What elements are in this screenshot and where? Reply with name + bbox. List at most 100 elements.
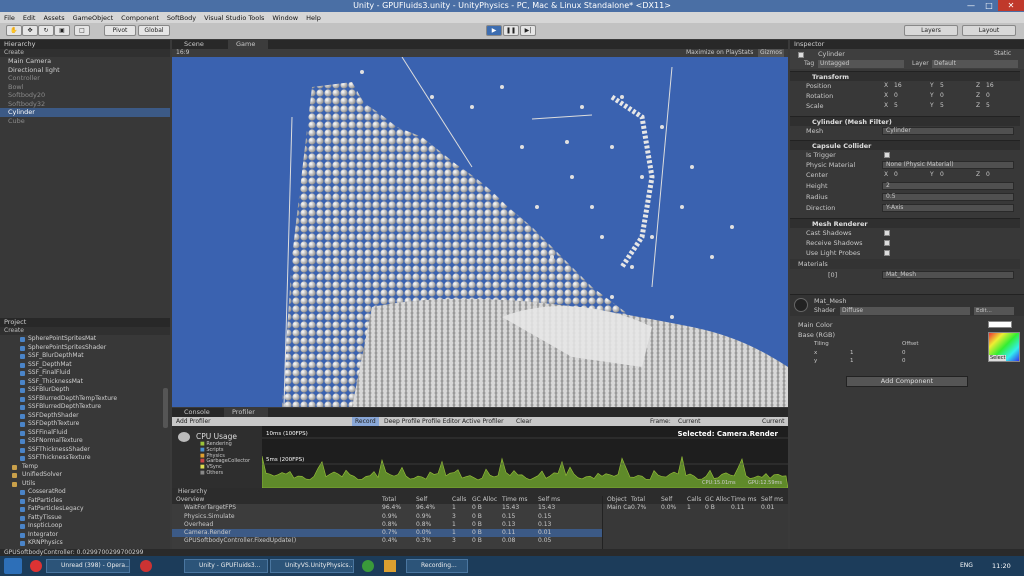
start-icon[interactable] [4, 558, 22, 574]
menu-softbody[interactable]: SoftBody [163, 14, 200, 22]
taskbar-item[interactable]: Unity - GPUFluids3... [184, 559, 268, 573]
active-checkbox[interactable] [798, 52, 804, 58]
rotate-tool-icon[interactable]: ↻ [38, 25, 54, 36]
rect-tool-icon[interactable]: □ [74, 25, 90, 36]
menu-gameobject[interactable]: GameObject [69, 14, 118, 22]
hierarchy-create[interactable]: Create [0, 49, 170, 57]
center-z[interactable]: 0 [986, 170, 990, 180]
hierarchy-item[interactable]: Bowl [0, 83, 170, 92]
texture-select-button[interactable]: Select [989, 355, 1007, 361]
project-asset[interactable]: SSF_BlurDepthMat [0, 352, 170, 361]
offset-x[interactable]: 0 [902, 350, 906, 356]
project-asset[interactable]: FatParticlesLegacy [0, 505, 170, 514]
tab-profiler[interactable]: Profiler [224, 408, 268, 417]
main-color-swatch[interactable] [988, 321, 1012, 328]
aspect-dropdown[interactable]: 16:9 [176, 49, 189, 57]
tag-dropdown[interactable]: Untagged [818, 60, 904, 68]
hierarchy-item[interactable]: Cube [0, 117, 170, 126]
project-tab[interactable]: Project [0, 318, 170, 327]
language-indicator[interactable]: ENG [960, 562, 973, 569]
capsule-collider-header[interactable]: Capsule Collider [790, 140, 1020, 150]
material-slot-field[interactable]: Mat_Mesh [882, 271, 1014, 279]
profiler-row[interactable]: GPUSoftbodyController.FixedUpdate() 0.4% 0… [172, 537, 602, 545]
scale-tool-icon[interactable]: ▣ [54, 25, 70, 36]
project-asset[interactable]: SpherePointSpritesMat [0, 335, 170, 344]
tiling-x[interactable]: 1 [850, 350, 854, 356]
hierarchy-mode-dropdown[interactable]: Hierarchy [172, 488, 788, 496]
height-field[interactable]: 2 [882, 182, 1014, 190]
hand-tool-icon[interactable]: ✋ [6, 25, 22, 36]
tab-console[interactable]: Console [176, 408, 210, 417]
shader-edit-button[interactable]: Edit... [974, 307, 1014, 315]
gizmos-toggle[interactable]: Gizmos [758, 49, 785, 57]
opera-icon[interactable] [30, 560, 42, 572]
app-icon[interactable] [140, 560, 152, 572]
layer-dropdown[interactable]: Default [932, 60, 1018, 68]
scale-y[interactable]: 5 [940, 101, 944, 111]
step-icon[interactable]: ▶| [520, 25, 536, 36]
taskbar-item[interactable]: Recording... [406, 559, 468, 573]
menu-edit[interactable]: Edit [19, 14, 40, 22]
hierarchy-item[interactable]: Main Camera [0, 57, 170, 66]
profiler-row[interactable]: WaitForTargetFPS 96.4% 96.4% 1 0 B 15.43 15.43 [172, 504, 602, 512]
scale-z[interactable]: 5 [986, 101, 990, 111]
active-profiler-dropdown[interactable]: Active Profiler [462, 417, 504, 426]
hierarchy-item[interactable]: Softbody32 [0, 100, 170, 109]
project-asset[interactable]: FattyTissue [0, 514, 170, 523]
mesh-field[interactable]: Cylinder [882, 127, 1014, 135]
project-asset[interactable]: CosseratRod [0, 488, 170, 497]
receive-shadows-checkbox[interactable] [884, 240, 890, 246]
minimize-icon[interactable]: — [962, 0, 980, 11]
play-icon[interactable]: ▶ [486, 25, 502, 36]
pause-icon[interactable]: ❚❚ [503, 25, 519, 36]
cpu-graph[interactable]: 10ms (100FPS) 5ms (200FPS) Selected: Cam… [262, 426, 788, 488]
hierarchy-item[interactable]: Controller [0, 74, 170, 83]
is-trigger-checkbox[interactable] [884, 152, 890, 158]
scale-x[interactable]: 5 [894, 101, 898, 111]
stats-toggle[interactable]: Stats [738, 49, 753, 57]
project-asset[interactable]: Integrator [0, 531, 170, 540]
layers-dropdown[interactable]: Layers [904, 25, 958, 36]
profiler-row[interactable]: Physics.Simulate 0.9% 0.9% 3 0 B 0.15 0.15 [172, 513, 602, 521]
menu-window[interactable]: Window [268, 14, 302, 22]
position-y[interactable]: 5 [940, 81, 944, 91]
chrome-icon[interactable] [362, 560, 374, 572]
center-y[interactable]: 0 [940, 170, 944, 180]
add-profiler-dropdown[interactable]: Add Profiler [176, 417, 211, 426]
menu-help[interactable]: Help [302, 14, 325, 22]
current-button[interactable]: Current [762, 417, 785, 426]
clock[interactable]: 11:20 [992, 562, 1011, 570]
layout-dropdown[interactable]: Layout [962, 25, 1016, 36]
menu-file[interactable]: File [0, 14, 19, 22]
project-asset[interactable]: SSFBlurDepth [0, 386, 170, 395]
mesh-renderer-header[interactable]: Mesh Renderer [790, 218, 1020, 228]
meshfilter-header[interactable]: Cylinder (Mesh Filter) [790, 116, 1020, 126]
project-asset[interactable]: KRNPhysics [0, 539, 170, 548]
global-button[interactable]: Global [138, 25, 170, 36]
project-asset[interactable]: SSF_FinalFluid [0, 369, 170, 378]
hierarchy-item[interactable]: Softbody20 [0, 91, 170, 100]
project-asset[interactable]: SSFFinalFluid [0, 429, 170, 438]
offset-y[interactable]: 0 [902, 358, 906, 364]
object-row[interactable]: Main Ca 0.7% 0.0% 1 0 B 0.11 0.01 [603, 504, 788, 512]
project-asset[interactable]: SSFDepthShader [0, 412, 170, 421]
menu-assets[interactable]: Assets [39, 14, 68, 22]
transform-header[interactable]: Transform [790, 71, 1020, 81]
maximize-icon[interactable]: □ [980, 0, 998, 11]
menu-component[interactable]: Component [117, 14, 163, 22]
light-probes-checkbox[interactable] [884, 250, 890, 256]
inspector-tab[interactable]: Inspector [790, 40, 1024, 49]
project-asset[interactable]: SSFThicknessShader [0, 446, 170, 455]
physic-material-field[interactable]: None (Physic Material) [882, 161, 1014, 169]
pivot-button[interactable]: Pivot [104, 25, 136, 36]
rotation-z[interactable]: 0 [986, 91, 990, 101]
position-z[interactable]: 16 [986, 81, 994, 91]
game-view[interactable] [172, 57, 788, 407]
profiler-header-row[interactable]: Overview Total Self Calls GC Alloc Time ms Sel… [172, 496, 602, 505]
project-asset[interactable]: SSFBlurredDepthTempTexture [0, 395, 170, 404]
materials-foldout[interactable]: Materials [798, 259, 828, 269]
record-toggle[interactable]: Record [352, 417, 379, 426]
project-asset[interactable]: InspticLoop [0, 522, 170, 531]
project-asset[interactable]: SSFNormalTexture [0, 437, 170, 446]
explorer-icon[interactable] [384, 560, 396, 572]
